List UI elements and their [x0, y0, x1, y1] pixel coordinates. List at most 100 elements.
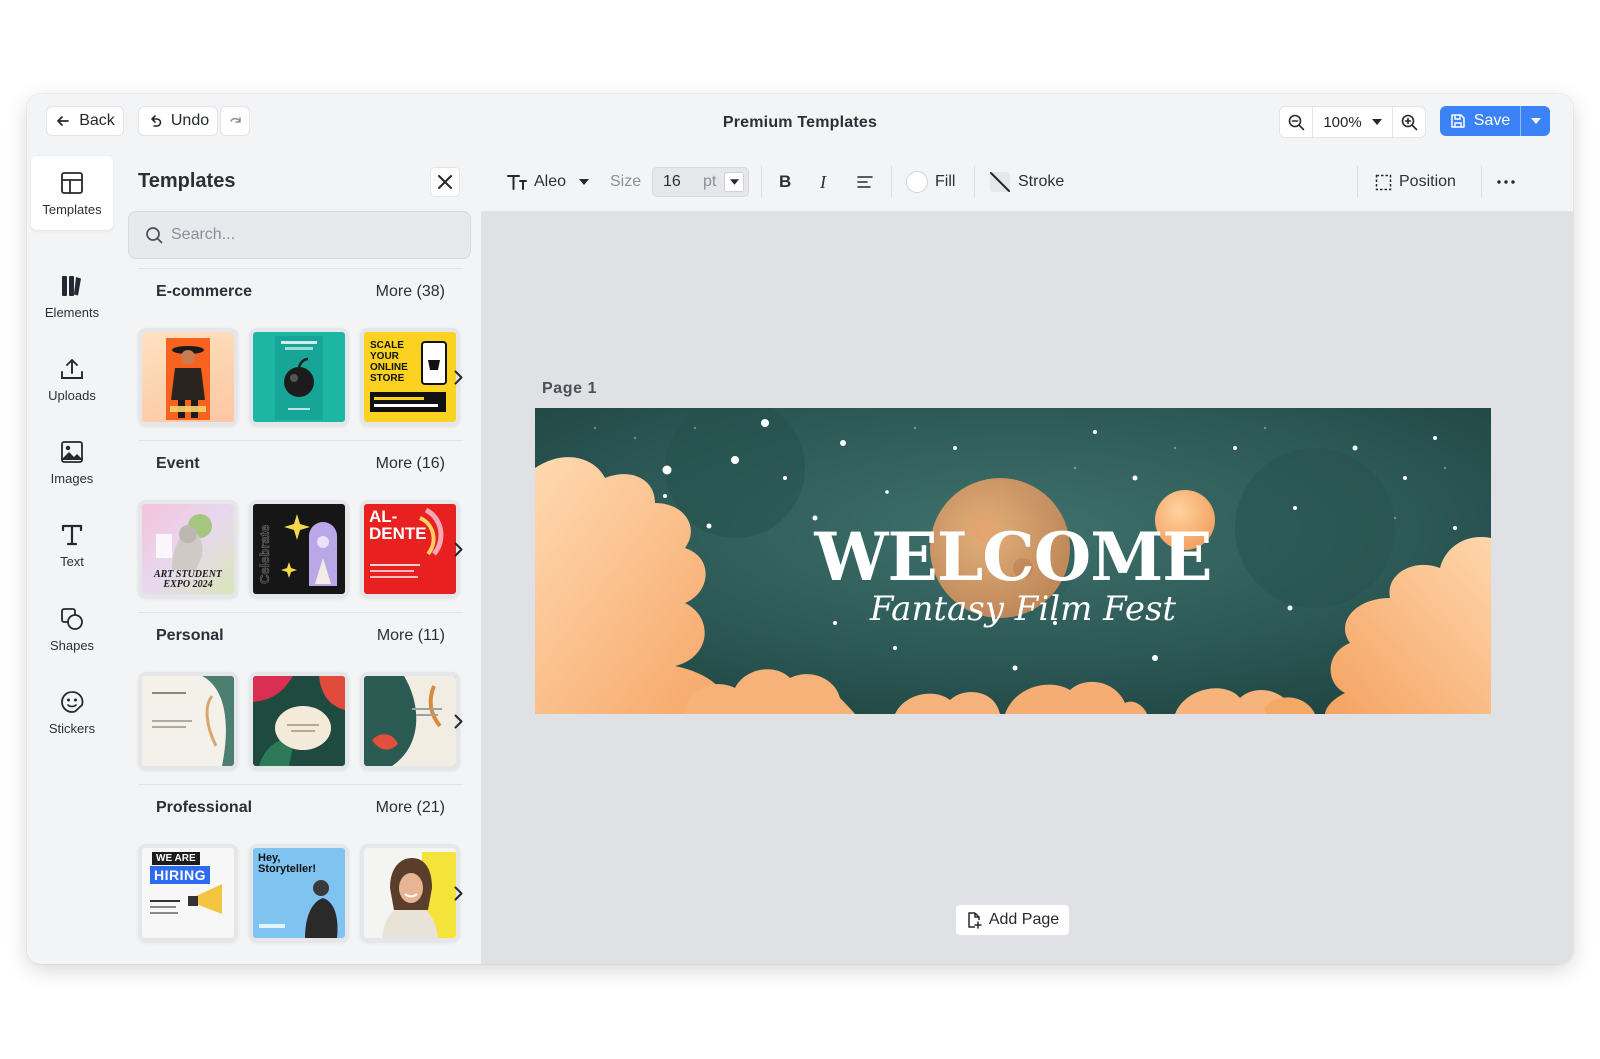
rail-item-uploads[interactable]: Uploads: [31, 342, 113, 416]
undo-label: Undo: [170, 112, 210, 129]
toolbar-divider: [891, 166, 892, 198]
template-thumbnail[interactable]: [360, 844, 460, 942]
stroke-label: Stroke: [1018, 173, 1065, 190]
left-rail: Templates Elements Uploads Images Text S…: [27, 152, 119, 964]
shapes-icon: [61, 607, 83, 630]
align-button[interactable]: [857, 152, 873, 212]
rail-item-images[interactable]: Images: [31, 425, 113, 499]
font-size-unit: pt: [703, 173, 717, 190]
more-link[interactable]: More (11): [377, 627, 445, 645]
more-options-button[interactable]: [1497, 152, 1515, 212]
template-thumbnail[interactable]: [138, 672, 238, 770]
next-templates-button[interactable]: [450, 710, 466, 732]
rail-label: Images: [50, 470, 94, 486]
more-link[interactable]: More (38): [376, 283, 445, 301]
search-input[interactable]: [171, 226, 451, 244]
next-templates-button[interactable]: [450, 366, 466, 388]
person-illustration: [259, 880, 338, 938]
section-ecommerce: E-commerce More (38) SCALE YOUR ONLINE S…: [138, 268, 463, 432]
template-thumbnail[interactable]: ART STUDENT EXPO 2024: [138, 500, 238, 598]
zoom-out-button[interactable]: [1280, 107, 1312, 137]
template-thumbnail[interactable]: [138, 328, 238, 426]
template-thumbnail[interactable]: [249, 672, 349, 770]
template-thumbnail[interactable]: WE ARE HIRING: [138, 844, 238, 942]
rail-item-elements[interactable]: Elements: [31, 259, 113, 333]
text-toolbar: Aleo Size 16 pt B I Fill Stroke Position: [481, 152, 1573, 212]
bold-button[interactable]: B: [779, 152, 791, 212]
position-button[interactable]: Position: [1375, 152, 1456, 212]
page-label: Page 1: [542, 380, 598, 397]
template-thumbnail[interactable]: AL-DENTE: [360, 500, 460, 598]
caret-down-icon: [1530, 118, 1541, 124]
svg-text:SCALE: SCALE: [370, 340, 404, 351]
rail-item-text[interactable]: Text: [31, 508, 113, 582]
section-title: Professional: [156, 798, 253, 816]
thumb-text: Celebrate: [257, 525, 272, 584]
zoom-control: 100%: [1279, 106, 1426, 138]
rail-item-stickers[interactable]: Stickers: [31, 675, 113, 749]
section-title: Personal: [156, 626, 224, 644]
template-thumbnail[interactable]: [249, 328, 349, 426]
close-panel-button[interactable]: [430, 167, 460, 197]
next-templates-button[interactable]: [450, 538, 466, 560]
canvas-artboard[interactable]: WELCOME Fantasy Film Fest: [535, 408, 1491, 714]
section-title: E-commerce: [156, 282, 253, 300]
rail-label: Templates: [42, 201, 102, 217]
caret-down-icon: [579, 179, 590, 185]
megaphone-illustration: [150, 884, 222, 914]
floppy-disk-icon: [1451, 114, 1465, 128]
elements-icon: [62, 275, 81, 296]
rail-label: Uploads: [48, 387, 96, 403]
font-select[interactable]: Aleo: [507, 152, 590, 212]
template-thumbnail[interactable]: Hey, Storyteller!: [249, 844, 349, 942]
save-button[interactable]: Save: [1440, 106, 1520, 136]
toolbar-divider: [1357, 166, 1358, 198]
redo-button[interactable]: [220, 106, 250, 136]
redo-icon: [230, 117, 241, 123]
rail-item-shapes[interactable]: Shapes: [31, 592, 113, 666]
banner-headline: WELCOME: [813, 518, 1211, 596]
zoom-select[interactable]: 100%: [1312, 107, 1393, 137]
template-row: SCALE YOUR ONLINE STORE: [138, 322, 463, 432]
image-icon: [61, 440, 83, 463]
font-size-dropdown[interactable]: [724, 172, 744, 192]
toolbar-divider: [761, 166, 762, 198]
font-size-input[interactable]: 16 pt: [652, 167, 749, 197]
templates-panel: Templates E-commerce More (38): [119, 152, 481, 964]
template-thumbnail[interactable]: [360, 672, 460, 770]
back-button[interactable]: Back: [46, 106, 124, 136]
align-left-icon: [857, 176, 873, 188]
toolbar-divider: [974, 166, 975, 198]
font-name: Aleo: [534, 173, 567, 190]
stroke-button[interactable]: Stroke: [989, 152, 1064, 212]
more-link[interactable]: More (16): [376, 455, 445, 473]
add-page-icon: [968, 911, 982, 929]
more-link[interactable]: More (21): [376, 799, 445, 817]
save-options-button[interactable]: [1520, 106, 1550, 136]
section-personal: Personal More (11): [138, 612, 463, 776]
template-thumbnail[interactable]: SCALE YOUR ONLINE STORE: [360, 328, 460, 426]
section-title: Event: [156, 454, 200, 472]
zoom-in-button[interactable]: [1393, 107, 1425, 137]
arrow-left-icon: [57, 116, 70, 126]
koi-illustration: [372, 676, 456, 766]
editor-window: Back Undo Premium Templates 100% Save Te…: [27, 94, 1573, 964]
italic-button[interactable]: I: [820, 152, 826, 212]
panel-title: Templates: [138, 170, 236, 192]
rail-item-templates[interactable]: Templates: [31, 156, 113, 230]
fill-button[interactable]: Fill: [906, 152, 955, 212]
caret-down-icon: [729, 179, 739, 185]
zoom-out-icon: [1288, 114, 1304, 130]
celebration-illustration: Celebrate: [257, 514, 337, 586]
upload-icon: [61, 358, 83, 379]
section-header: E-commerce More (38): [138, 268, 463, 314]
undo-button[interactable]: Undo: [138, 106, 218, 136]
next-templates-button[interactable]: [450, 882, 466, 904]
rail-label: Stickers: [48, 720, 96, 736]
template-thumbnail[interactable]: Celebrate: [249, 500, 349, 598]
svg-text:ONLINE: ONLINE: [370, 362, 408, 373]
fashion-figure-illustration: [166, 338, 210, 420]
templates-icon: [61, 171, 83, 194]
pasta-illustration: [370, 507, 444, 578]
add-page-button[interactable]: Add Page: [955, 904, 1070, 936]
